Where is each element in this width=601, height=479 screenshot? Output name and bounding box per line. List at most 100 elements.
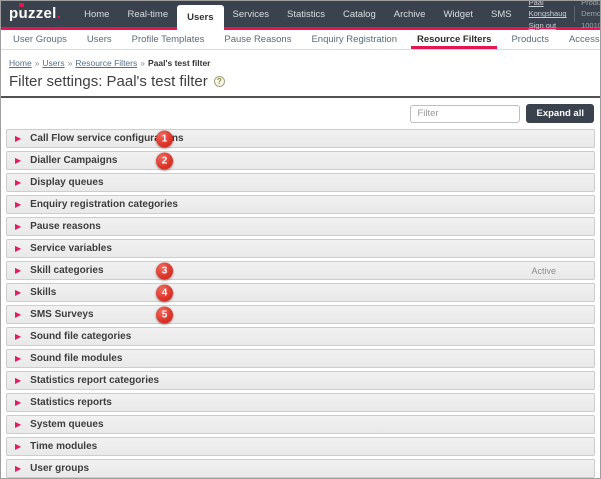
accordion-row-skill-categories[interactable]: ▶ Skill categories Active 3 <box>6 261 595 280</box>
top-nav-bar: puzzel. HomeReal-timeUsersServicesStatis… <box>1 1 600 30</box>
account-id: 10010 <box>581 20 601 31</box>
logo-dot: . <box>57 5 61 22</box>
logo-text-rest: zzel <box>28 5 57 22</box>
app-window: puzzel. HomeReal-timeUsersServicesStatis… <box>0 0 601 479</box>
accordion-row-pause-reasons[interactable]: ▶ Pause reasons <box>6 217 595 236</box>
accordion-row-label: Skills <box>30 287 56 298</box>
accordion-list: ▶Call Flow service configurations1▶Diall… <box>6 129 595 478</box>
accordion-row-label: Statistics reports <box>30 397 112 408</box>
accordion-row-user-groups[interactable]: ▶ User groups <box>6 459 595 478</box>
user-name-link[interactable]: Paal Kongshaug <box>529 0 567 20</box>
nav-item-users[interactable]: Users <box>177 5 223 30</box>
accordion-row-display-queues[interactable]: ▶ Display queues <box>6 173 595 192</box>
accordion-row-label: Display queues <box>30 177 103 188</box>
help-icon[interactable]: ? <box>214 76 225 87</box>
toolbar: Expand all <box>1 98 600 123</box>
accordion-row-label: Pause reasons <box>30 221 101 232</box>
subnav-item-resource-filters[interactable]: Resource Filters <box>407 30 501 49</box>
expand-arrow-icon: ▶ <box>15 377 21 385</box>
nav-item-catalog[interactable]: Catalog <box>334 1 385 30</box>
accordion-row-label: User groups <box>30 463 89 474</box>
accordion-row-label: Service variables <box>30 243 112 254</box>
expand-arrow-icon: ▶ <box>15 245 21 253</box>
subnav-item-access-control[interactable]: Access Control <box>559 30 601 49</box>
subnav-item-pause-reasons[interactable]: Pause Reasons <box>214 30 301 49</box>
accordion-row-label: Skill categories <box>30 265 103 276</box>
breadcrumb: Home»Users»Resource Filters»Paal's test … <box>1 50 600 68</box>
subnav-item-user-groups[interactable]: User Groups <box>3 30 77 49</box>
active-status-label: Active <box>531 266 556 276</box>
main-nav: HomeReal-timeUsersServicesStatisticsCata… <box>75 1 520 30</box>
breadcrumb-link-home[interactable]: Home <box>9 58 32 68</box>
user-links: Paal Kongshaug Sign out <box>529 0 567 31</box>
title-row: Filter settings: Paal's test filter ? <box>1 68 600 96</box>
nav-item-home[interactable]: Home <box>75 1 118 30</box>
nav-item-archive[interactable]: Archive <box>385 1 435 30</box>
account-name: Product Demo <box>581 0 601 20</box>
accordion-row-label: System queues <box>30 419 103 430</box>
expand-arrow-icon: ▶ <box>15 421 21 429</box>
expand-arrow-icon: ▶ <box>15 399 21 407</box>
expand-arrow-icon: ▶ <box>15 135 21 143</box>
accordion-row-skills[interactable]: ▶ Skills 4 <box>6 283 595 302</box>
accordion-row-service-variables[interactable]: ▶ Service variables <box>6 239 595 258</box>
expand-arrow-icon: ▶ <box>15 289 21 297</box>
breadcrumb-link-users[interactable]: Users <box>42 58 64 68</box>
nav-item-services[interactable]: Services <box>224 1 278 30</box>
expand-arrow-icon: ▶ <box>15 311 21 319</box>
breadcrumb-separator: » <box>140 58 145 68</box>
expand-arrow-icon: ▶ <box>15 179 21 187</box>
expand-all-button[interactable]: Expand all <box>526 104 594 123</box>
filter-input[interactable] <box>410 105 520 123</box>
expand-arrow-icon: ▶ <box>15 267 21 275</box>
subnav-item-products[interactable]: Products <box>501 30 559 49</box>
page-title: Filter settings: Paal's test filter <box>9 73 208 90</box>
expand-arrow-icon: ▶ <box>15 333 21 341</box>
annotation-badge-4: 4 <box>156 284 173 301</box>
accordion-row-sound-file-categories[interactable]: ▶ Sound file categories <box>6 327 595 346</box>
annotation-badge-3: 3 <box>156 262 173 279</box>
accordion-row-dialler-campaigns[interactable]: ▶Dialler Campaigns2 <box>6 151 595 170</box>
accordion-row-statistics-report-categories[interactable]: ▶ Statistics report categories <box>6 371 595 390</box>
accordion-row-statistics-reports[interactable]: ▶ Statistics reports <box>6 393 595 412</box>
sign-out-link[interactable]: Sign out <box>529 20 567 31</box>
nav-item-statistics[interactable]: Statistics <box>278 1 334 30</box>
logo-u-mark: u <box>18 5 27 22</box>
subnav-item-profile-templates[interactable]: Profile Templates <box>122 30 215 49</box>
accordion-row-label: Time modules <box>30 441 97 452</box>
nav-item-real-time[interactable]: Real-time <box>118 1 177 30</box>
annotation-badge-2: 2 <box>156 152 173 169</box>
sub-nav: User GroupsUsersProfile TemplatesPause R… <box>1 30 600 50</box>
accordion-row-label: Sound file categories <box>30 331 131 342</box>
user-divider <box>574 6 575 22</box>
accordion-row-time-modules[interactable]: ▶ Time modules <box>6 437 595 456</box>
nav-item-widget[interactable]: Widget <box>434 1 482 30</box>
subnav-item-users[interactable]: Users <box>77 30 122 49</box>
accordion-row-call-flow-service-configurations[interactable]: ▶Call Flow service configurations1 <box>6 129 595 148</box>
annotation-badge-5: 5 <box>156 306 173 323</box>
accordion-row-label: Dialler Campaigns <box>30 155 117 166</box>
puzzel-logo[interactable]: puzzel. <box>1 1 75 30</box>
accordion-row-label: Sound file modules <box>30 353 122 364</box>
accordion-row-sms-surveys[interactable]: ▶ SMS Surveys 5 <box>6 305 595 324</box>
accordion-row-system-queues[interactable]: ▶ System queues <box>6 415 595 434</box>
breadcrumb-current: Paal's test filter <box>148 58 211 68</box>
accordion-row-sound-file-modules[interactable]: ▶ Sound file modules <box>6 349 595 368</box>
expand-arrow-icon: ▶ <box>15 223 21 231</box>
expand-arrow-icon: ▶ <box>15 355 21 363</box>
expand-arrow-icon: ▶ <box>15 201 21 209</box>
nav-item-sms[interactable]: SMS <box>482 1 521 30</box>
expand-arrow-icon: ▶ <box>15 443 21 451</box>
breadcrumb-separator: » <box>35 58 40 68</box>
accordion-row-enquiry-registration-categories[interactable]: ▶ Enquiry registration categories <box>6 195 595 214</box>
accordion-row-label: SMS Surveys <box>30 309 93 320</box>
account-info: Product Demo 10010 <box>581 0 601 31</box>
breadcrumb-link-resource-filters[interactable]: Resource Filters <box>75 58 137 68</box>
accordion-row-label: Enquiry registration categories <box>30 199 178 210</box>
breadcrumb-separator: » <box>68 58 73 68</box>
annotation-badge-1: 1 <box>156 130 173 147</box>
user-block: Paal Kongshaug Sign out Product Demo 100… <box>521 1 601 30</box>
subnav-item-enquiry-registration[interactable]: Enquiry Registration <box>301 30 407 49</box>
accordion-row-label: Statistics report categories <box>30 375 159 386</box>
expand-arrow-icon: ▶ <box>15 465 21 473</box>
